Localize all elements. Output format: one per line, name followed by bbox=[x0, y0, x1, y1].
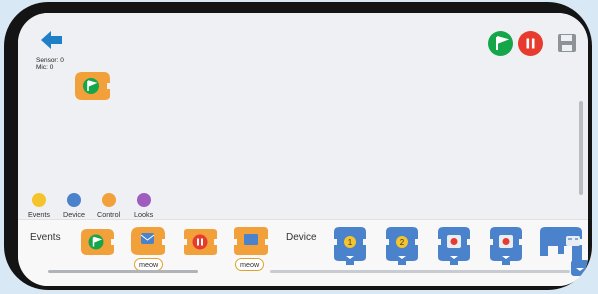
category-events-label: Events bbox=[28, 210, 50, 219]
category-looks[interactable]: Looks bbox=[134, 193, 153, 219]
send-message-block[interactable] bbox=[231, 224, 271, 258]
sensor-1-block[interactable] bbox=[434, 224, 474, 270]
category-looks-label: Looks bbox=[134, 210, 154, 219]
palette-scrollbar-right[interactable] bbox=[270, 270, 570, 273]
light-2-block[interactable]: 2 bbox=[382, 224, 422, 270]
save-floppy-icon[interactable] bbox=[555, 31, 579, 55]
flag-icon bbox=[496, 36, 510, 50]
block-palette[interactable]: Events meow meow Device 1 2 bbox=[18, 219, 588, 286]
category-events[interactable]: Events bbox=[28, 193, 50, 219]
looks-dot bbox=[136, 193, 151, 207]
category-device-label: Device bbox=[63, 210, 85, 219]
device-section-label: Device bbox=[286, 232, 317, 243]
back-arrow-icon[interactable] bbox=[40, 29, 64, 51]
category-control[interactable]: Control bbox=[97, 193, 120, 219]
light-1-badge: 1 bbox=[348, 238, 353, 247]
stop-button[interactable] bbox=[518, 31, 543, 56]
events-section-label: Events bbox=[30, 232, 61, 243]
device-notch bbox=[144, 2, 214, 5]
app-screen: Sensor: 0 Mic: 0 Events Device Control L… bbox=[18, 13, 588, 286]
vertical-scrollbar[interactable] bbox=[579, 101, 583, 195]
category-control-label: Control bbox=[97, 210, 121, 219]
device-dot bbox=[66, 193, 81, 207]
script-canvas[interactable]: Sensor: 0 Mic: 0 Events Device Control L… bbox=[18, 13, 588, 219]
device-frame: Sensor: 0 Mic: 0 Events Device Control L… bbox=[4, 2, 592, 290]
light-1-block[interactable]: 1 bbox=[330, 224, 370, 270]
message-event-block[interactable] bbox=[128, 224, 168, 258]
light-2-badge: 2 bbox=[400, 238, 405, 247]
green-flag-block[interactable] bbox=[78, 226, 116, 258]
stop-block[interactable] bbox=[181, 226, 219, 258]
green-flag-button[interactable] bbox=[488, 31, 513, 56]
sensor-2-block[interactable] bbox=[486, 224, 526, 270]
palette-scrollbar-left[interactable] bbox=[48, 270, 198, 273]
events-dot bbox=[31, 193, 46, 207]
meow-label-2[interactable]: meow bbox=[235, 258, 265, 271]
sensor-readout: Sensor: 0 bbox=[36, 57, 64, 64]
category-device[interactable]: Device bbox=[63, 193, 85, 219]
pause-icon bbox=[526, 38, 535, 49]
mic-readout: Mic: 0 bbox=[36, 64, 54, 71]
canvas-green-flag-block[interactable] bbox=[72, 69, 112, 103]
control-dot bbox=[101, 193, 116, 207]
